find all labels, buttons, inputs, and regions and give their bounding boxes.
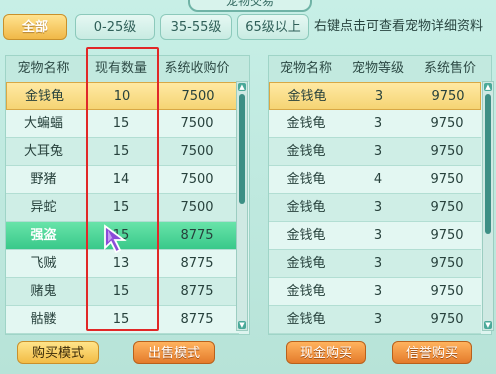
pet-level: 3 — [373, 284, 383, 299]
credit-buy-button[interactable]: 信誉购买 — [392, 341, 472, 364]
window-title: 宠物交易 — [188, 0, 312, 12]
pet-name: 金钱龟 — [286, 312, 326, 327]
pet-price: 9750 — [431, 89, 465, 104]
pet-name: 金钱龟 — [286, 200, 326, 215]
pet-price: 9750 — [430, 144, 464, 159]
pet-name: 金钱龟 — [286, 144, 326, 159]
scrollbar-thumb[interactable] — [485, 94, 491, 234]
pet-name: 强盗 — [30, 228, 57, 243]
pet-price: 9750 — [430, 228, 464, 243]
column-header: 系统售价 — [423, 61, 476, 76]
pet-trade-window: 宠物交易 全部 0-25级 35-55级 65级以上 右键点击可查看宠物详细资料… — [0, 0, 496, 374]
pet-level: 3 — [373, 200, 383, 215]
pet-name: 金钱龟 — [286, 284, 326, 299]
pet-level: 4 — [373, 172, 383, 187]
pet-price: 9750 — [430, 256, 464, 271]
pet-price: 9750 — [430, 200, 464, 215]
pet-name: 赌鬼 — [30, 284, 57, 299]
pet-price: 9750 — [430, 284, 464, 299]
pet-name: 大耳兔 — [23, 144, 63, 159]
pet-name: 金钱龟 — [286, 172, 326, 187]
table-row[interactable]: 金钱龟 3 9750 — [269, 250, 481, 278]
pet-name: 金钱龟 — [286, 256, 326, 271]
column-header: 宠物名称 — [279, 61, 332, 76]
pet-name: 异蛇 — [30, 200, 57, 215]
filter-all[interactable]: 全部 — [3, 14, 67, 40]
scroll-down-arrow-icon[interactable]: ▼ — [484, 321, 492, 329]
pet-price: 7500 — [180, 172, 214, 187]
pet-price: 7500 — [180, 116, 214, 131]
table-row[interactable]: 金钱龟 3 9750 — [269, 278, 481, 306]
pet-price: 8775 — [180, 312, 214, 327]
sell-table-scrollbar[interactable]: ▲ ▼ — [482, 81, 494, 331]
column-header: 系统收购价 — [164, 61, 230, 76]
sell-table: 宠物名称 宠物等级 系统售价 金钱龟 3 9750 金钱龟 3 9750 金钱龟… — [268, 55, 492, 335]
pet-price: 9750 — [430, 312, 464, 327]
pet-level: 3 — [373, 256, 383, 271]
table-row[interactable]: 金钱龟 3 9750 — [269, 222, 481, 250]
hint-text: 右键点击可查看宠物详细资料 — [314, 19, 484, 34]
table-row[interactable]: 金钱龟 3 9750 — [269, 194, 481, 222]
buy-mode-button[interactable]: 购买模式 — [17, 341, 99, 364]
pet-price: 9750 — [430, 172, 464, 187]
cash-buy-button[interactable]: 现金购买 — [286, 341, 366, 364]
column-header: 宠物等级 — [351, 61, 404, 76]
pointer-cursor-icon — [104, 224, 127, 254]
pet-name: 金钱龟 — [287, 89, 327, 104]
table-row[interactable]: 金钱龟 4 9750 — [269, 166, 481, 194]
table-row[interactable]: 金钱龟 3 9750 — [269, 138, 481, 166]
filter-35-55[interactable]: 35-55级 — [160, 14, 232, 40]
pet-name: 金钱龟 — [286, 228, 326, 243]
pet-price: 7500 — [180, 200, 214, 215]
pet-name: 大蝙蝠 — [23, 116, 63, 131]
pet-price: 8775 — [180, 228, 214, 243]
pet-price: 8775 — [180, 284, 214, 299]
pet-name: 金钱龟 — [286, 116, 326, 131]
filter-65-plus[interactable]: 65级以上 — [237, 14, 309, 40]
pet-price: 9750 — [430, 116, 464, 131]
table-row[interactable]: 金钱龟 3 9750 — [269, 306, 481, 334]
pet-level: 3 — [373, 312, 383, 327]
pet-level: 3 — [373, 144, 383, 159]
pet-name: 飞贼 — [30, 256, 57, 271]
pet-level: 3 — [373, 116, 383, 131]
scroll-up-arrow-icon[interactable]: ▲ — [238, 83, 246, 91]
pet-price: 7500 — [180, 144, 214, 159]
pet-level: 3 — [373, 228, 383, 243]
pet-level: 3 — [374, 89, 384, 104]
pet-price: 8775 — [180, 256, 214, 271]
sell-mode-button[interactable]: 出售模式 — [133, 341, 215, 364]
sell-table-header: 宠物名称 宠物等级 系统售价 — [269, 56, 491, 82]
scroll-down-arrow-icon[interactable]: ▼ — [238, 321, 246, 329]
filter-0-25[interactable]: 0-25级 — [75, 14, 155, 40]
column-header: 宠物名称 — [17, 61, 70, 76]
scroll-up-arrow-icon[interactable]: ▲ — [484, 83, 492, 91]
pet-name: 金钱龟 — [24, 89, 64, 104]
pet-name: 野猪 — [30, 172, 57, 187]
table-row[interactable]: 金钱龟 3 9750 — [269, 110, 481, 138]
table-row[interactable]: 金钱龟 3 9750 — [269, 82, 481, 110]
pet-name: 骷髅 — [30, 312, 57, 327]
buy-table-scrollbar[interactable]: ▲ ▼ — [236, 81, 248, 331]
annotation-box — [86, 47, 159, 331]
scrollbar-thumb[interactable] — [239, 94, 245, 204]
pet-price: 7500 — [181, 89, 215, 104]
